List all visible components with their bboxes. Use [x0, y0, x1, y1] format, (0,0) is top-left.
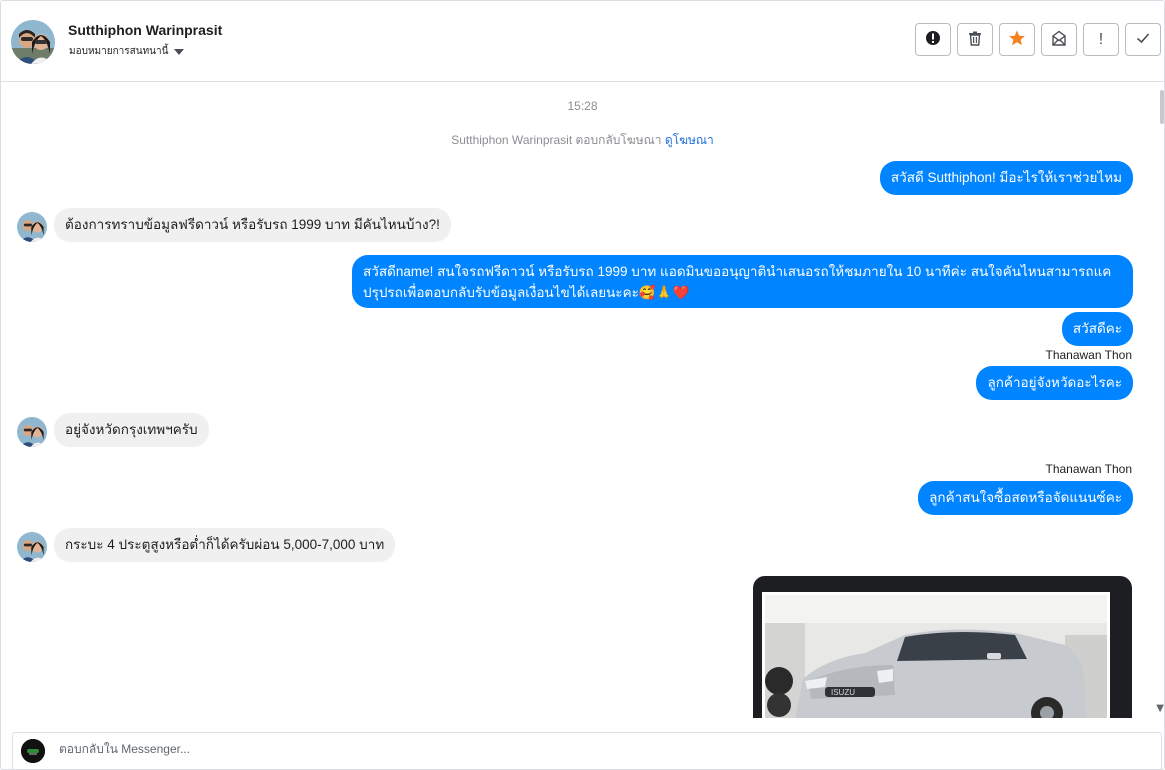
message-bubble-outgoing[interactable]: สวัสดี Sutthiphon! มีอะไรให้เราช่วยไหม: [879, 161, 1133, 195]
mark-important-button[interactable]: !: [1083, 23, 1119, 56]
svg-text:ISUZU: ISUZU: [831, 688, 855, 697]
reply-composer[interactable]: [12, 732, 1162, 769]
conversation-panel: Sutthiphon Warinprasit มอบหมายการสนทนานี…: [0, 0, 1165, 770]
message-thread[interactable]: ▼ 15:28 Sutthiphon Warinprasit ตอบกลับโฆ…: [1, 82, 1164, 718]
trash-icon: [967, 30, 983, 50]
view-ad-link[interactable]: ดูโฆษณา: [665, 133, 714, 147]
star-button[interactable]: [999, 23, 1035, 56]
conversation-toolbar: !: [915, 23, 1161, 56]
message-bubble-outgoing[interactable]: ลูกค้าสนใจซื้อสดหรือจัดแนนซ์คะ: [918, 481, 1133, 515]
ad-reply-notice: Sutthiphon Warinprasit ตอบกลับโฆษณา ดูโฆ…: [1, 131, 1164, 150]
chevron-down-icon: [174, 48, 185, 55]
message-bubble-incoming[interactable]: ต้องการทราบข้อมูลฟรีดาวน์ หรือรับรถ 1999…: [54, 208, 451, 242]
message-bubble-incoming[interactable]: อยู่จังหวัดกรุงเทพฯครับ: [54, 413, 209, 447]
message-bubble-outgoing[interactable]: สวัสดีคะ: [1061, 312, 1133, 346]
mark-done-button[interactable]: [1125, 23, 1161, 56]
report-icon: [925, 30, 941, 50]
ad-reply-text: Sutthiphon Warinprasit ตอบกลับโฆษณา: [451, 133, 662, 147]
contact-avatar[interactable]: [11, 20, 55, 64]
check-icon: [1135, 30, 1151, 50]
contact-name[interactable]: Sutthiphon Warinprasit: [68, 22, 222, 38]
report-spam-button[interactable]: [915, 23, 951, 56]
scroll-down-arrow[interactable]: ▼: [1156, 703, 1164, 714]
sender-avatar: [17, 532, 47, 562]
image-attachment[interactable]: ISUZU: [753, 576, 1132, 718]
message-input[interactable]: [57, 741, 961, 757]
sender-avatar: [17, 417, 47, 447]
assign-label: มอบหมายการสนทนานี้: [69, 46, 169, 57]
star-icon: [1008, 29, 1026, 51]
archive-icon: [1051, 30, 1067, 50]
exclamation-icon: !: [1098, 30, 1104, 48]
message-bubble-outgoing[interactable]: สวัสดีname! สนใจรถฟรีดาวน์ หรือรับรถ 199…: [352, 255, 1133, 308]
conversation-header: Sutthiphon Warinprasit มอบหมายการสนทนานี…: [1, 1, 1164, 82]
page-avatar-icon: [21, 739, 45, 763]
agent-name-label: Thanawan Thon: [1045, 348, 1132, 362]
sender-avatar: [17, 212, 47, 242]
message-bubble-incoming[interactable]: กระบะ 4 ประตูสูงหรือต่ำก็ได้ครับผ่อน 5,0…: [54, 528, 396, 562]
agent-name-label: Thanawan Thon: [1045, 462, 1132, 476]
car-photo: ISUZU: [762, 592, 1110, 718]
move-to-done-button[interactable]: [1041, 23, 1077, 56]
message-timestamp: 15:28: [567, 99, 598, 113]
message-bubble-outgoing[interactable]: ลูกค้าอยู่จังหวัดอะไรคะ: [976, 366, 1133, 400]
assign-conversation-dropdown[interactable]: มอบหมายการสนทนานี้: [69, 44, 185, 59]
delete-button[interactable]: [957, 23, 993, 56]
